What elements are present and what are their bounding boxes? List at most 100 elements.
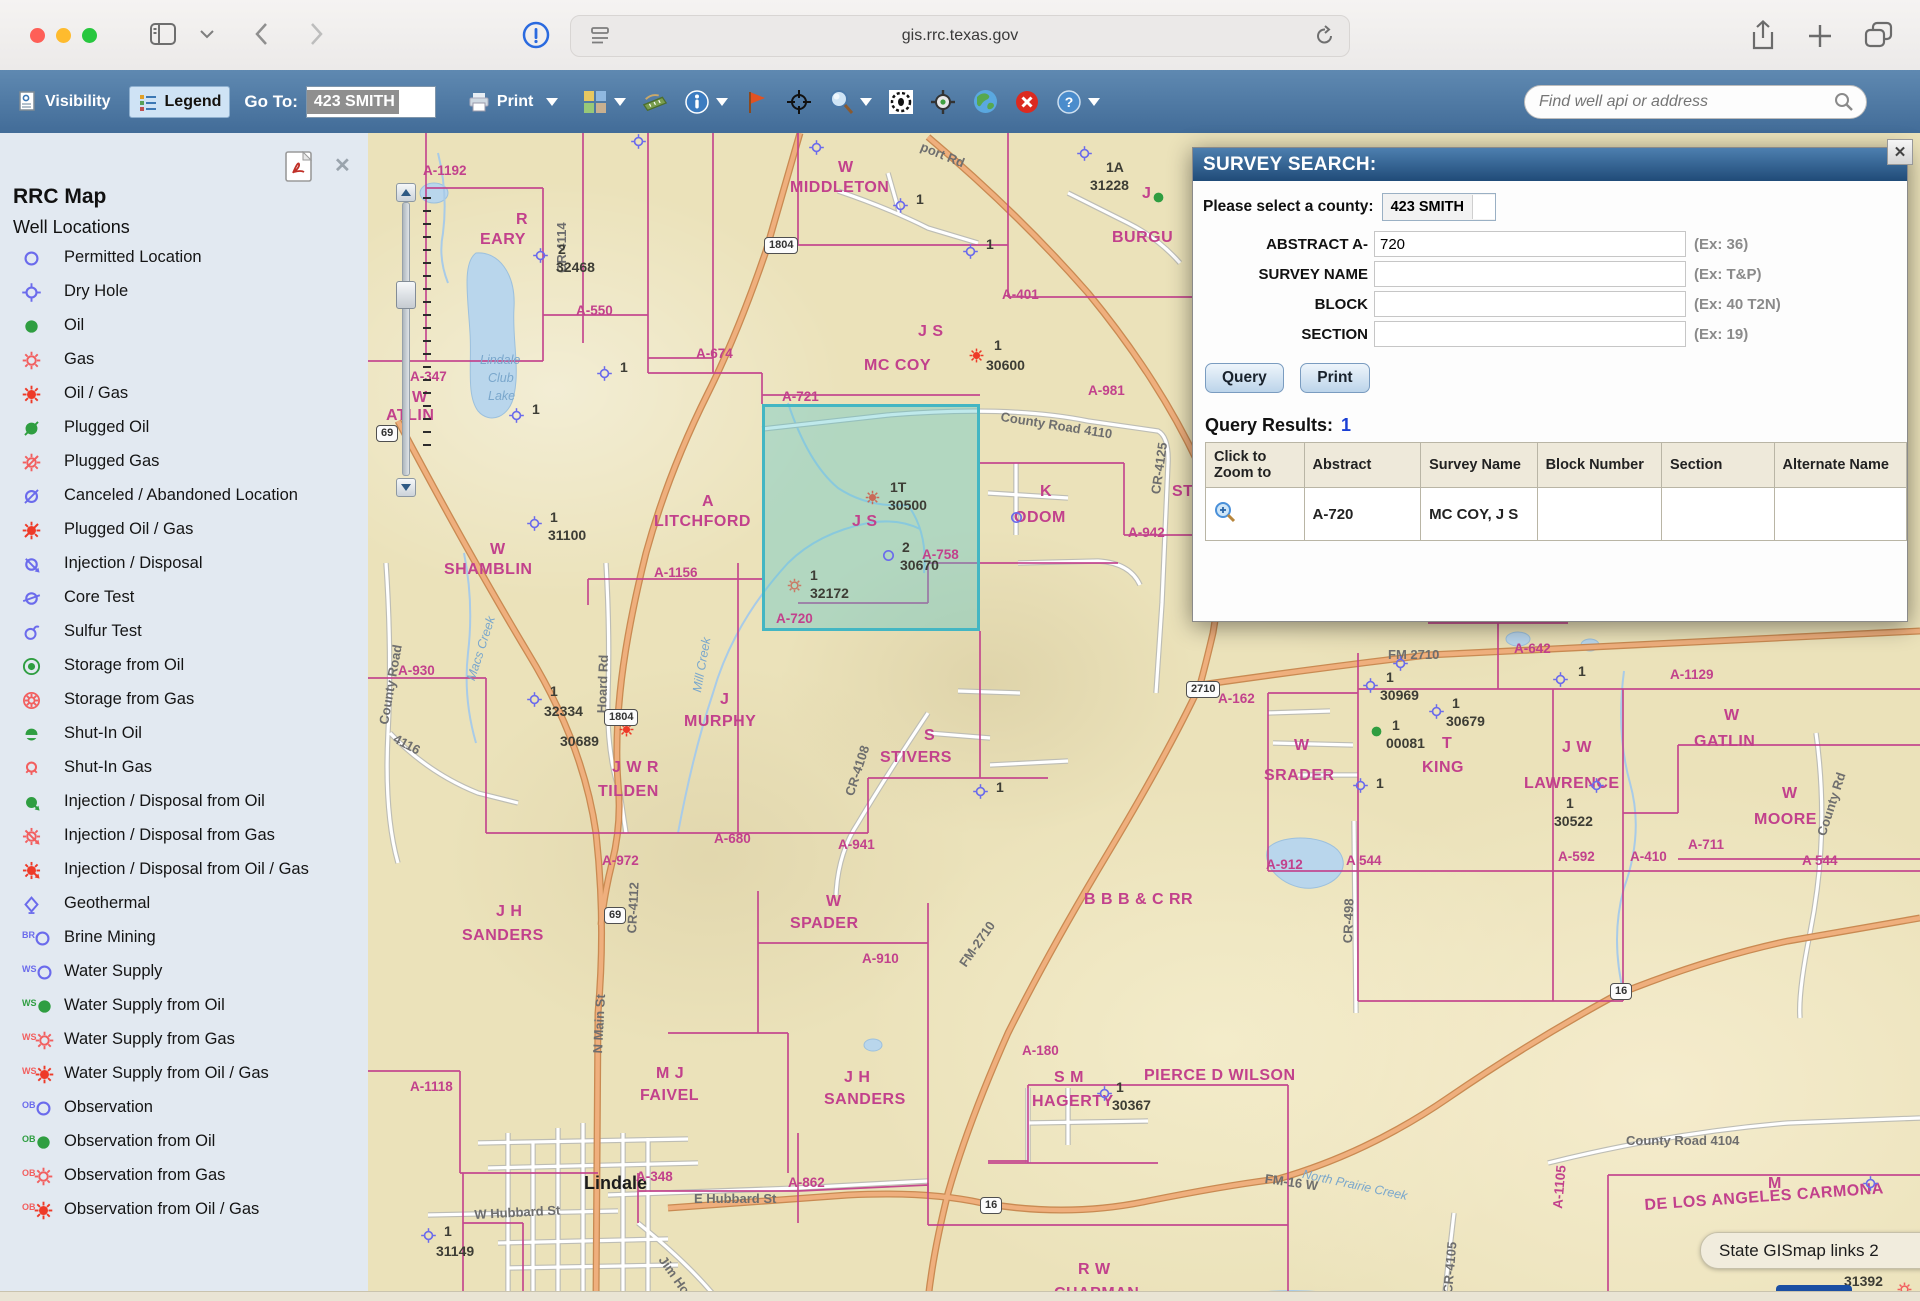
zoom-in-button[interactable] [396,183,416,202]
tab-overview-icon[interactable] [1864,21,1894,49]
well-marker-dry[interactable] [1393,656,1408,671]
map-label: 32172 [810,585,849,601]
well-marker-dry[interactable] [809,140,824,155]
well-search-box[interactable] [1524,85,1867,119]
state-gismap-links-button[interactable]: State GISmap links 2 [1700,1232,1920,1269]
map-label: 1 [996,779,1004,795]
legend-button[interactable]: Legend [129,86,231,118]
minimize-window-button[interactable] [56,28,71,43]
query-button[interactable]: Query [1205,363,1284,393]
well-marker-oil[interactable] [1151,190,1166,205]
well-marker-gas_m[interactable] [787,578,802,593]
map-label: 1 [986,236,994,252]
well-marker-dry[interactable] [509,408,524,423]
dialog-close-button[interactable]: ✕ [1887,139,1913,165]
field-label: ABSTRACT A- [1193,236,1368,253]
well-search-input[interactable] [1537,92,1834,112]
well-marker-dry[interactable] [1097,1086,1112,1101]
print-query-button[interactable]: Print [1300,363,1369,393]
identify-button[interactable] [684,89,710,115]
well-marker-dry[interactable] [1589,778,1604,793]
extent-button[interactable] [888,89,914,115]
pdf-export-icon[interactable] [285,151,312,182]
legend-item: Gas [0,346,368,380]
well-marker-dry[interactable] [963,244,978,259]
reader-icon[interactable] [589,25,611,47]
highway-shield: 1804 [764,237,798,254]
well-marker-perm[interactable] [881,548,896,563]
well-marker-dry[interactable] [893,198,908,213]
forward-icon[interactable] [310,22,323,46]
flag-button[interactable] [744,89,770,115]
address-bar[interactable]: gis.rrc.texas.gov [570,15,1350,57]
well-marker-oilgas[interactable] [969,348,984,363]
well-marker-dry[interactable] [1429,704,1444,719]
well-marker-dry[interactable] [527,692,542,707]
zoom-slider-track[interactable] [402,202,410,476]
legend-item: Injection / Disposal from Gas [0,822,368,856]
panel-close-icon[interactable]: ✕ [334,153,351,178]
close-window-button[interactable] [30,28,45,43]
print-button[interactable]: Print [460,87,566,117]
legend-item-label: Shut-In Oil [64,724,142,743]
reload-icon[interactable] [1315,25,1335,47]
help-button[interactable]: ? [1056,89,1082,115]
well-marker-dry[interactable] [533,248,548,263]
well-marker-dry[interactable] [527,516,542,531]
map-label: A 544 [1346,853,1382,868]
field-input[interactable] [1374,321,1686,347]
zoom-slider-handle[interactable] [396,281,416,309]
well-marker-dry[interactable] [1553,672,1568,687]
new-tab-icon[interactable] [1808,24,1832,48]
search-icon[interactable] [1834,92,1854,112]
well-marker-dry[interactable] [973,784,988,799]
map-label: LAWRENCE [1524,775,1620,793]
well-marker-dry[interactable] [597,366,612,381]
map-label: 1A [1106,159,1124,175]
well-marker-dry[interactable] [1353,778,1368,793]
well-marker-perm[interactable] [1009,510,1024,525]
zoom-to-cell[interactable] [1206,488,1305,541]
field-input[interactable] [1374,261,1686,287]
measure-button[interactable] [642,89,668,115]
share-icon[interactable] [1750,19,1776,51]
map-label: LITCHFORD [654,513,751,531]
map-label: Lake [488,389,515,403]
basemap-grid-icon [583,90,607,114]
crosshair-button[interactable] [786,89,812,115]
world-button[interactable] [972,89,998,115]
clear-button[interactable] [1014,89,1040,115]
identify-caret-icon[interactable] [716,98,728,106]
locate-button[interactable] [930,89,956,115]
basemap-caret-icon[interactable] [614,98,626,106]
well-marker-dry[interactable] [631,134,646,149]
zoom-window-button[interactable] [82,28,97,43]
well-marker-dry[interactable] [421,1228,436,1243]
back-icon[interactable] [255,22,268,46]
extension-icon[interactable] [522,21,550,49]
query-results-label: Query Results: [1205,415,1333,435]
visibility-button[interactable]: Visibility [10,86,119,118]
county-dropdown-button[interactable] [1472,195,1495,219]
field-input[interactable] [1374,231,1686,257]
chevron-down-icon[interactable] [200,30,214,39]
query-results-count: 1 [1341,415,1351,435]
zoom-out-button[interactable] [396,478,416,497]
zoom-to-icon[interactable] [1214,501,1236,523]
field-input[interactable] [1374,291,1686,317]
sidebar-toggle-icon[interactable] [150,22,176,46]
zoom-slider[interactable] [396,183,416,495]
goto-input[interactable]: 423 SMITH [306,86,436,118]
well-marker-oil[interactable] [1369,724,1384,739]
map-label: 30689 [560,733,599,749]
well-marker-dry[interactable] [1863,1176,1878,1191]
legend-item-label: Sulfur Test [64,622,142,641]
zoom-tool-button[interactable] [828,89,854,115]
well-marker-dry[interactable] [1363,678,1378,693]
help-caret-icon[interactable] [1088,98,1100,106]
basemap-button[interactable] [582,89,608,115]
well-marker-oilgas_m[interactable] [865,490,880,505]
well-marker-dry[interactable] [1077,146,1092,161]
zoom-tool-caret-icon[interactable] [860,98,872,106]
county-select[interactable]: 423 SMITH [1382,193,1496,221]
